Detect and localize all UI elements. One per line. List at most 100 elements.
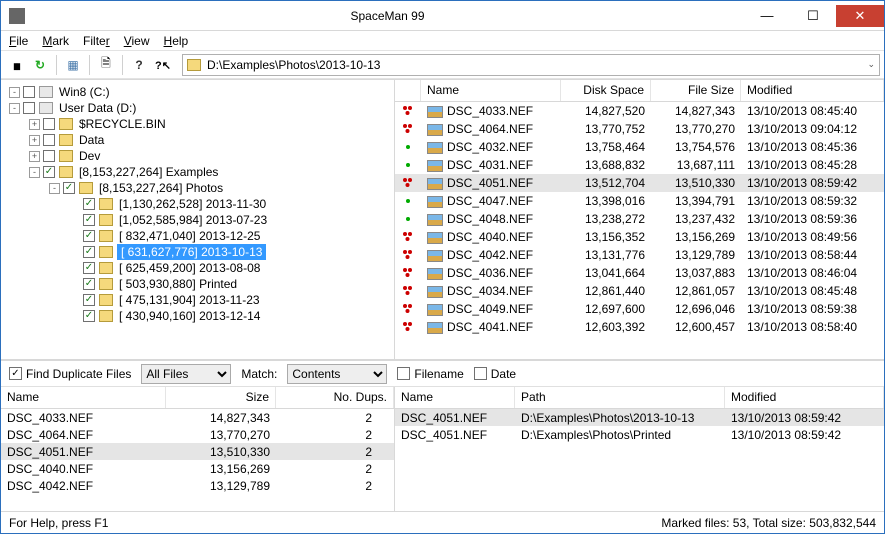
tree-item[interactable]: ✓[ 503,930,880] Printed — [3, 276, 392, 292]
duplicate-row[interactable]: DSC_4051.NEF13,510,3302 — [1, 443, 394, 460]
tree-item[interactable]: -✓[8,153,227,264] Examples — [3, 164, 392, 180]
col-modified[interactable]: Modified — [725, 387, 884, 408]
duplicate-row[interactable]: DSC_4040.NEF13,156,2692 — [1, 460, 394, 477]
file-row[interactable]: DSC_4034.NEF12,861,44012,861,05713/10/20… — [395, 282, 884, 300]
tree-label: $RECYCLE.BIN — [77, 116, 168, 132]
file-type-select[interactable]: All Files — [141, 364, 231, 384]
col-size[interactable]: Size — [166, 387, 276, 408]
file-row[interactable]: DSC_4064.NEF13,770,75213,770,27013/10/20… — [395, 120, 884, 138]
location-row[interactable]: DSC_4051.NEFD:\Examples\Photos\Printed13… — [395, 426, 884, 443]
file-row[interactable]: DSC_4041.NEF12,603,39212,600,45713/10/20… — [395, 318, 884, 336]
file-row[interactable]: DSC_4049.NEF12,697,60012,696,04613/10/20… — [395, 300, 884, 318]
tree-item[interactable]: ✓[ 832,471,040] 2013-12-25 — [3, 228, 392, 244]
maximize-button[interactable]: ☐ — [790, 5, 836, 27]
refresh-button[interactable] — [29, 54, 51, 76]
tree-checkbox[interactable] — [43, 118, 55, 130]
expand-toggle[interactable] — [69, 311, 80, 322]
pause-button[interactable] — [5, 54, 27, 76]
duplicate-row[interactable]: DSC_4064.NEF13,770,2702 — [1, 426, 394, 443]
menu-view[interactable]: View — [124, 34, 150, 48]
menu-help[interactable]: Help — [164, 34, 189, 48]
tree-item[interactable]: +Dev — [3, 148, 392, 164]
date-checkbox[interactable]: Date — [474, 367, 516, 381]
grid-button[interactable] — [62, 54, 84, 76]
tree-checkbox[interactable]: ✓ — [83, 294, 95, 306]
col-flag[interactable] — [395, 80, 421, 101]
expand-toggle[interactable] — [69, 247, 80, 258]
expand-toggle[interactable]: + — [29, 151, 40, 162]
col-name[interactable]: Name — [395, 387, 515, 408]
expand-toggle[interactable] — [69, 295, 80, 306]
file-row[interactable]: DSC_4048.NEF13,238,27213,237,43213/10/20… — [395, 210, 884, 228]
expand-toggle[interactable] — [69, 215, 80, 226]
tree-item[interactable]: ✓[1,052,585,984] 2013-07-23 — [3, 212, 392, 228]
tree-item[interactable]: -User Data (D:) — [3, 100, 392, 116]
close-button[interactable]: ✕ — [836, 5, 884, 27]
tree-item[interactable]: + $RECYCLE.BIN — [3, 116, 392, 132]
tree-checkbox[interactable]: ✓ — [43, 166, 55, 178]
filename-checkbox[interactable]: Filename — [397, 367, 463, 381]
tree-item[interactable]: ✓[ 475,131,904] 2013-11-23 — [3, 292, 392, 308]
file-row[interactable]: DSC_4042.NEF13,131,77613,129,78913/10/20… — [395, 246, 884, 264]
minimize-button[interactable]: — — [744, 5, 790, 27]
duplicate-row[interactable]: DSC_4033.NEF14,827,3432 — [1, 409, 394, 426]
tree-checkbox[interactable]: ✓ — [83, 278, 95, 290]
file-row[interactable]: DSC_4047.NEF13,398,01613,394,79113/10/20… — [395, 192, 884, 210]
col-path[interactable]: Path — [515, 387, 725, 408]
file-row[interactable]: DSC_4036.NEF13,041,66413,037,88313/10/20… — [395, 264, 884, 282]
help-button[interactable] — [128, 54, 150, 76]
file-row[interactable]: DSC_4051.NEF13,512,70413,510,33013/10/20… — [395, 174, 884, 192]
tree-item[interactable]: ✓[ 430,940,160] 2013-12-14 — [3, 308, 392, 324]
col-size[interactable]: File Size — [651, 80, 741, 101]
tree-checkbox[interactable]: ✓ — [83, 310, 95, 322]
expand-toggle[interactable] — [69, 231, 80, 242]
tree-item[interactable]: -Win8 (C:) — [3, 84, 392, 100]
menu-filter[interactable]: Filter — [83, 34, 110, 48]
tree-checkbox[interactable]: ✓ — [83, 198, 95, 210]
tree-checkbox[interactable]: ✓ — [83, 230, 95, 242]
expand-toggle[interactable]: - — [29, 167, 40, 178]
col-modified[interactable]: Modified — [741, 80, 884, 101]
tree-checkbox[interactable] — [43, 150, 55, 162]
location-row[interactable]: DSC_4051.NEFD:\Examples\Photos\2013-10-1… — [395, 409, 884, 426]
col-dups[interactable]: No. Dups. — [276, 387, 394, 408]
col-name[interactable]: Name — [1, 387, 166, 408]
properties-button[interactable] — [95, 54, 117, 76]
duplicate-row[interactable]: DSC_4042.NEF13,129,7892 — [1, 477, 394, 494]
file-row[interactable]: DSC_4040.NEF13,156,35213,156,26913/10/20… — [395, 228, 884, 246]
tree-item[interactable]: ✓[ 631,627,776] 2013-10-13 — [3, 244, 392, 260]
tree-checkbox[interactable] — [23, 86, 35, 98]
match-select[interactable]: Contents — [287, 364, 387, 384]
file-row[interactable]: DSC_4033.NEF14,827,52014,827,34313/10/20… — [395, 102, 884, 120]
tree-item[interactable]: +Data — [3, 132, 392, 148]
menu-file[interactable]: File — [9, 34, 28, 48]
expand-toggle[interactable]: - — [9, 87, 20, 98]
expand-toggle[interactable] — [69, 199, 80, 210]
tree-checkbox[interactable]: ✓ — [63, 182, 75, 194]
whats-this-button[interactable] — [152, 54, 174, 76]
find-duplicates-checkbox[interactable]: ✓Find Duplicate Files — [9, 367, 131, 381]
chevron-down-icon[interactable]: ⌄ — [867, 59, 875, 70]
duplicate-flag-icon — [403, 124, 413, 134]
col-disk[interactable]: Disk Space — [561, 80, 651, 101]
expand-toggle[interactable]: + — [29, 119, 40, 130]
file-row[interactable]: DSC_4031.NEF13,688,83213,687,11113/10/20… — [395, 156, 884, 174]
tree-item[interactable]: ✓[ 625,459,200] 2013-08-08 — [3, 260, 392, 276]
tree-checkbox[interactable] — [23, 102, 35, 114]
expand-toggle[interactable] — [69, 279, 80, 290]
tree-checkbox[interactable]: ✓ — [83, 246, 95, 258]
expand-toggle[interactable]: - — [9, 103, 20, 114]
tree-item[interactable]: -✓[8,153,227,264] Photos — [3, 180, 392, 196]
file-row[interactable]: DSC_4032.NEF13,758,46413,754,57613/10/20… — [395, 138, 884, 156]
path-combo[interactable]: D:\Examples\Photos\2013-10-13 ⌄ — [182, 54, 880, 76]
tree-checkbox[interactable] — [43, 134, 55, 146]
expand-toggle[interactable] — [69, 263, 80, 274]
folder-tree[interactable]: -Win8 (C:)-User Data (D:)+$RECYCLE.BIN+D… — [1, 80, 395, 359]
expand-toggle[interactable]: + — [29, 135, 40, 146]
menu-mark[interactable]: Mark — [42, 34, 69, 48]
tree-item[interactable]: ✓[1,130,262,528] 2013-11-30 — [3, 196, 392, 212]
tree-checkbox[interactable]: ✓ — [83, 214, 95, 226]
tree-checkbox[interactable]: ✓ — [83, 262, 95, 274]
col-name[interactable]: Name — [421, 80, 561, 101]
expand-toggle[interactable]: - — [49, 183, 60, 194]
